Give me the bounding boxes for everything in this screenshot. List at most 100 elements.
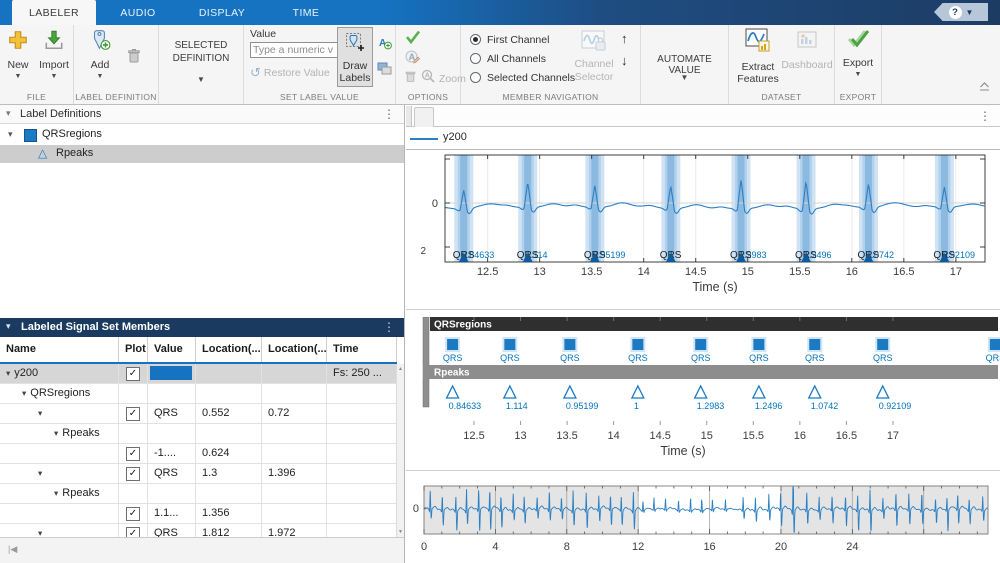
- column-header[interactable]: Value: [148, 337, 196, 362]
- qrs-region-label[interactable]: QRS: [500, 353, 520, 363]
- extract-features-button[interactable]: Extract Features: [735, 28, 781, 85]
- next-member-arrow-down[interactable]: ↓: [621, 53, 628, 68]
- panner-shaded-block[interactable]: [567, 486, 638, 534]
- plot-checkbox[interactable]: ✓: [126, 367, 140, 381]
- qrs-region-band[interactable]: [661, 155, 680, 262]
- channel-selector-button[interactable]: Channel Selector: [571, 29, 617, 84]
- value-cell[interactable]: [148, 424, 196, 443]
- qrs-region-marker[interactable]: [753, 339, 764, 350]
- location1-cell[interactable]: [196, 424, 262, 443]
- value-cell[interactable]: QRS: [148, 404, 196, 423]
- draw-labels-toggle[interactable]: Draw Labels: [337, 27, 373, 87]
- track-scrollbar[interactable]: [423, 317, 429, 407]
- column-header[interactable]: Location(...: [262, 337, 327, 362]
- table-row[interactable]: ✓ 1.1...1.356: [0, 504, 397, 524]
- new-button[interactable]: New ▼: [3, 29, 33, 80]
- rpeak-marker[interactable]: [564, 386, 576, 398]
- location2-cell[interactable]: 0.72: [262, 404, 327, 423]
- rpeak-value-label[interactable]: 1.2983: [697, 401, 725, 411]
- rpeak-value-label[interactable]: 1: [634, 401, 639, 411]
- tree-caret-icon[interactable]: ▾: [54, 428, 58, 438]
- accept-check-icon[interactable]: [405, 30, 421, 49]
- value-cell[interactable]: [148, 364, 196, 383]
- column-header[interactable]: Location(...: [196, 337, 262, 362]
- location2-cell[interactable]: [262, 424, 327, 443]
- value-cell[interactable]: 1.1...: [148, 504, 196, 523]
- rpeak-marker[interactable]: [753, 386, 765, 398]
- qrs-region-marker[interactable]: [877, 339, 888, 350]
- dashboard-button[interactable]: Dashboard: [783, 31, 831, 71]
- radio-selected-channels[interactable]: Selected Channels: [470, 70, 575, 85]
- location1-cell[interactable]: [196, 484, 262, 503]
- location2-cell[interactable]: 1.396: [262, 464, 327, 483]
- rpeak-marker[interactable]: [877, 386, 889, 398]
- qrs-region-label[interactable]: QRS: [873, 353, 893, 363]
- table-row[interactable]: ▾Rpeaks: [0, 484, 397, 504]
- import-button[interactable]: Import ▼: [37, 29, 71, 80]
- rpeak-value-label[interactable]: 1.0742: [811, 401, 839, 411]
- radio-first-channel[interactable]: First Channel: [470, 32, 575, 47]
- minimize-toolstrip-icon[interactable]: [979, 78, 990, 96]
- location1-cell[interactable]: 0.552: [196, 404, 262, 423]
- panner-shaded-block[interactable]: [495, 486, 566, 534]
- qrs-region-band[interactable]: [454, 155, 473, 262]
- qrs-region-marker[interactable]: [809, 339, 820, 350]
- plot-checkbox[interactable]: ✓: [126, 447, 140, 461]
- label-viewer-icon[interactable]: [377, 61, 392, 81]
- zoom-to-labels-icon[interactable]: A: [421, 69, 436, 89]
- label-definition-item-qrsregions[interactable]: ▾QRSregions: [0, 126, 404, 144]
- qrs-region-label[interactable]: QRS: [749, 353, 769, 363]
- kebab-menu-icon[interactable]: ⋮: [383, 107, 395, 121]
- previous-member-arrow-up[interactable]: ↑: [621, 31, 628, 46]
- qrs-region-band[interactable]: [797, 155, 816, 262]
- value-cell[interactable]: -1....: [148, 444, 196, 463]
- value-input[interactable]: [250, 42, 348, 58]
- tree-caret-icon[interactable]: ▾: [6, 368, 10, 378]
- location1-cell[interactable]: 1.3: [196, 464, 262, 483]
- add-label-definition-button[interactable]: Add ▼: [84, 29, 116, 80]
- horizontal-scrollbar[interactable]: |◀: [0, 537, 404, 563]
- tree-caret-icon[interactable]: ▾: [54, 488, 58, 498]
- label-definition-item-rpeaks[interactable]: △Rpeaks: [0, 145, 404, 163]
- rpeak-marker[interactable]: [809, 386, 821, 398]
- value-cell[interactable]: [148, 484, 196, 503]
- column-header[interactable]: Plot: [119, 337, 148, 362]
- column-header[interactable]: Name: [0, 337, 119, 362]
- rpeak-marker[interactable]: [632, 386, 644, 398]
- auto-label-icon[interactable]: A: [377, 35, 392, 55]
- column-header[interactable]: Time: [327, 337, 397, 362]
- location2-cell[interactable]: [262, 384, 327, 403]
- value-cell[interactable]: [148, 384, 196, 403]
- qrs-region-band[interactable]: [732, 155, 751, 262]
- tree-caret-icon[interactable]: ▾: [8, 129, 13, 140]
- plot-checkbox[interactable]: ✓: [126, 467, 140, 481]
- panner-shaded-block[interactable]: [424, 486, 495, 534]
- table-row[interactable]: ▾✓QRS1.31.396: [0, 464, 397, 484]
- table-row[interactable]: ✓-1....0.624: [0, 444, 397, 464]
- kebab-menu-icon[interactable]: ⋮: [383, 320, 395, 334]
- rpeak-value-label[interactable]: 0.95199: [566, 401, 599, 411]
- rpeak-marker[interactable]: [695, 386, 707, 398]
- collapse-caret-icon[interactable]: ▾: [6, 108, 11, 119]
- location2-cell[interactable]: [262, 444, 327, 463]
- edit-label-icon[interactable]: A: [405, 49, 420, 69]
- location2-cell[interactable]: [262, 364, 327, 383]
- plot-checkbox[interactable]: ✓: [126, 507, 140, 521]
- kebab-menu-icon[interactable]: ⋮: [979, 109, 991, 123]
- qrs-region-label[interactable]: QRS: [805, 353, 825, 363]
- location1-cell[interactable]: [196, 364, 262, 383]
- location1-cell[interactable]: 1.356: [196, 504, 262, 523]
- export-button[interactable]: Export ▼: [841, 29, 875, 78]
- panner-shaded-block[interactable]: [852, 486, 923, 534]
- qrs-region-marker[interactable]: [632, 339, 643, 350]
- restore-value-button[interactable]: ↺ Restore Value: [250, 65, 330, 81]
- rpeak-value-label[interactable]: 1.114: [506, 401, 528, 411]
- vertical-scrollbar[interactable]: ▲ ▼: [396, 364, 404, 537]
- tree-caret-icon[interactable]: ▾: [38, 468, 42, 478]
- table-row[interactable]: ▾y200✓Fs: 250 ...: [0, 364, 397, 384]
- qrs-region-label[interactable]: QRS: [986, 353, 1000, 363]
- radio-all-channels[interactable]: All Channels: [470, 51, 575, 66]
- rpeak-value-label[interactable]: 0.84633: [449, 401, 482, 411]
- points-track-header[interactable]: [423, 365, 998, 379]
- qrs-region-marker[interactable]: [695, 339, 706, 350]
